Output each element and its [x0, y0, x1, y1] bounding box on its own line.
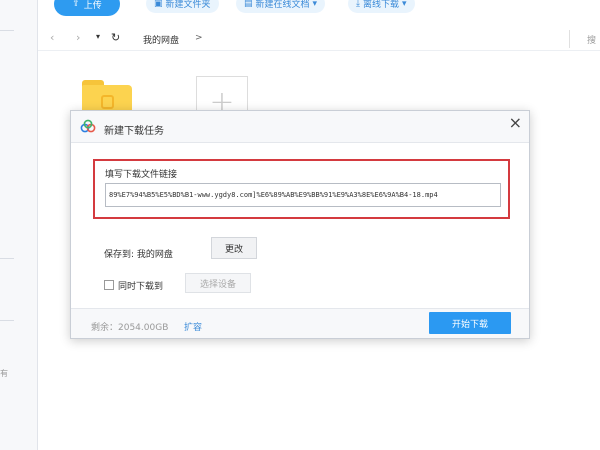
search-input[interactable]: 搜 — [587, 33, 596, 46]
download-link-input[interactable]: 89%E7%94%B5%E5%BD%B1-www.ygdy8.com]%E6%8… — [105, 183, 501, 207]
offline-download-button[interactable]: ⤓ 离线下载 ▾ — [348, 0, 415, 13]
close-icon[interactable]: × — [509, 113, 522, 132]
sidebar-divider — [0, 258, 14, 259]
new-download-dialog: 新建下载任务 × 填写下载文件链接 89%E7%94%B5%E5%BD%B1-w… — [70, 110, 530, 339]
dialog-header: 新建下载任务 × — [71, 111, 529, 143]
toolbar: ⇪ 上传 ▣ 新建文件夹 ▤ 新建在线文档 ▾ ⤓ 离线下载 ▾ — [38, 0, 600, 18]
sidebar-divider — [0, 30, 14, 31]
lock-icon — [101, 95, 114, 109]
offline-download-label: 离线下载 — [362, 0, 399, 10]
sync-download-checkbox[interactable] — [104, 280, 114, 290]
divider — [38, 50, 600, 51]
folder-plus-icon: ▣ — [154, 0, 163, 9]
dialog-footer: 剩余：2054.00GB 扩容 开始下载 — [71, 308, 529, 338]
sync-download-label: 同时下载到 — [118, 281, 164, 292]
address-bar: ‹ › ▾ ↻ 我的网盘 > 搜 — [38, 28, 600, 50]
sidebar-partial-text: 有 — [0, 369, 8, 378]
new-folder-label: 新建文件夹 — [165, 0, 211, 10]
save-location-label: 保存到: 我的网盘 — [104, 250, 173, 260]
search-divider — [569, 30, 570, 48]
new-online-doc-button[interactable]: ▤ 新建在线文档 ▾ — [236, 0, 326, 13]
back-arrow-icon[interactable]: ‹ — [50, 31, 54, 44]
left-sidebar: 有 — [0, 0, 38, 450]
refresh-icon[interactable]: ↻ — [111, 31, 120, 44]
link-input-panel: 填写下载文件链接 89%E7%94%B5%E5%BD%B1-www.ygdy8.… — [93, 159, 510, 219]
upload-label: 上传 — [83, 0, 102, 11]
forward-arrow-icon[interactable]: › — [76, 31, 80, 44]
start-download-button[interactable]: 开始下载 — [429, 312, 511, 334]
chevron-down-icon: ▾ — [312, 0, 318, 9]
new-folder-button[interactable]: ▣ 新建文件夹 — [146, 0, 219, 13]
change-location-button[interactable]: 更改 — [211, 237, 257, 259]
select-device-button[interactable]: 选择设备 — [185, 273, 251, 293]
breadcrumb-separator: > — [195, 33, 203, 43]
sync-download-row: 同时下载到 — [104, 275, 163, 295]
new-online-doc-label: 新建在线文档 — [255, 0, 310, 10]
upload-icon: ⇪ — [72, 0, 80, 9]
breadcrumb[interactable]: 我的网盘 — [143, 33, 179, 46]
dropdown-arrow-icon[interactable]: ▾ — [96, 32, 100, 41]
dialog-title: 新建下载任务 — [104, 126, 164, 137]
link-label: 填写下载文件链接 — [105, 170, 178, 180]
cloud-logo-icon — [80, 119, 96, 133]
remaining-space: 剩余：2054.00GB — [91, 323, 169, 333]
sidebar-divider — [0, 320, 14, 321]
expand-storage-link[interactable]: 扩容 — [184, 320, 202, 333]
chevron-down-icon: ▾ — [402, 0, 407, 9]
upload-button[interactable]: ⇪ 上传 — [54, 0, 120, 16]
download-icon: ⤓ — [356, 0, 360, 9]
doc-plus-icon: ▤ — [244, 0, 253, 9]
